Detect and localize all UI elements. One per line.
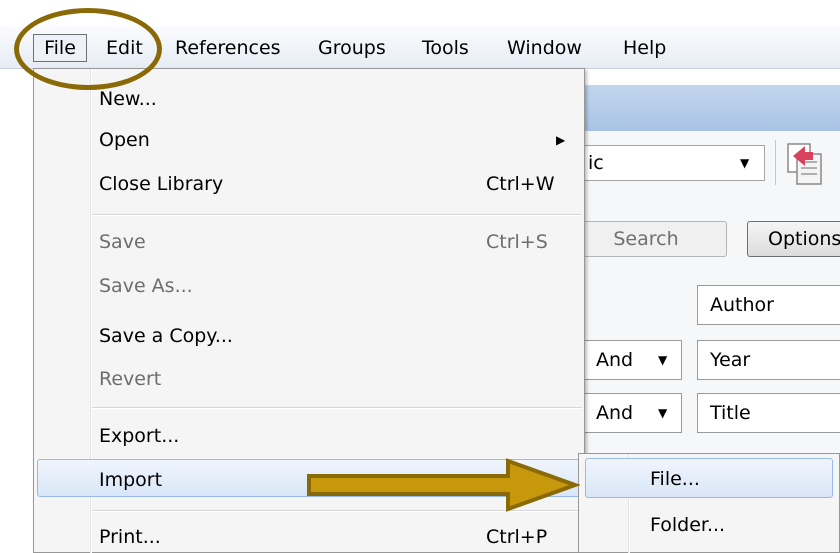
submenu-item-highlight[interactable] bbox=[585, 458, 833, 498]
chevron-down-icon: ▼ bbox=[658, 406, 668, 420]
menu-groups[interactable]: Groups bbox=[318, 35, 386, 61]
menu-window[interactable]: Window bbox=[507, 35, 582, 61]
annotation-arrow-icon bbox=[305, 455, 581, 515]
menu-item-save-as: Save As... bbox=[99, 275, 193, 297]
menu-item-revert: Revert bbox=[99, 368, 162, 390]
menu-separator bbox=[92, 214, 582, 216]
toolbar-separator bbox=[775, 140, 776, 185]
chevron-down-icon: ▼ bbox=[658, 353, 668, 367]
search-field-author[interactable]: Author bbox=[697, 285, 840, 325]
search-field-year[interactable]: Year bbox=[697, 340, 840, 380]
menu-item-open[interactable]: Open bbox=[99, 125, 150, 155]
shortcut-close-library: Ctrl+W bbox=[486, 173, 555, 195]
submenu-arrow-icon: ▶ bbox=[556, 133, 566, 147]
menu-item-save-copy[interactable]: Save a Copy... bbox=[99, 321, 233, 351]
options-button[interactable]: Options bbox=[747, 221, 840, 257]
submenu-item-folder[interactable]: Folder... bbox=[650, 510, 725, 540]
menu-item-import[interactable]: Import bbox=[99, 465, 162, 495]
menu-item-save: Save bbox=[99, 231, 146, 253]
shortcut-save: Ctrl+S bbox=[486, 231, 548, 253]
menu-tools[interactable]: Tools bbox=[422, 35, 469, 61]
annotation-circle bbox=[14, 8, 162, 90]
shortcut-print: Ctrl+P bbox=[486, 526, 548, 548]
menu-help[interactable]: Help bbox=[623, 35, 666, 61]
bool-op-label: And bbox=[596, 349, 634, 371]
menu-separator bbox=[92, 407, 582, 409]
style-dropdown-value: ic bbox=[588, 152, 604, 174]
menu-item-print[interactable]: Print... bbox=[99, 522, 161, 552]
insert-citation-icon[interactable] bbox=[785, 140, 825, 188]
menu-item-export[interactable]: Export... bbox=[99, 421, 179, 451]
bool-op-label: And bbox=[596, 402, 634, 424]
window-titlebar bbox=[565, 85, 840, 131]
menu-item-close-library[interactable]: Close Library bbox=[99, 169, 223, 199]
chevron-down-icon[interactable]: ▼ bbox=[740, 153, 749, 173]
search-field-title[interactable]: Title bbox=[697, 393, 840, 433]
submenu-item-file[interactable]: File... bbox=[650, 464, 700, 494]
menu-references[interactable]: References bbox=[175, 35, 281, 61]
search-button[interactable]: Search bbox=[565, 221, 727, 257]
